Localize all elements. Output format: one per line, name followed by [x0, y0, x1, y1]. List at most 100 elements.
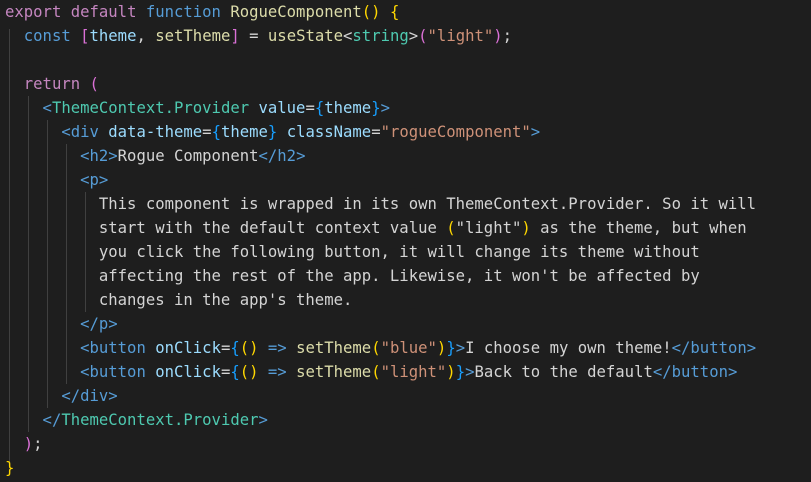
code-token: button — [690, 339, 747, 357]
code-token: { — [389, 3, 400, 21]
code-token: ( — [371, 363, 381, 381]
code-token: setTheme — [155, 27, 231, 45]
code-line[interactable]: ); — [5, 432, 43, 456]
code-token: function — [145, 3, 221, 21]
code-token: < — [343, 27, 353, 45]
code-line[interactable]: <ThemeContext.Provider value={theme}> — [5, 96, 390, 120]
code-line[interactable]: <p> — [5, 168, 108, 192]
code-token: Back to the default — [474, 363, 653, 381]
code-token: = — [371, 123, 381, 141]
code-token: { — [230, 339, 240, 357]
code-editor[interactable]: export default function RogueComponent()… — [0, 0, 811, 482]
code-token: button — [671, 363, 728, 381]
code-token: > — [98, 171, 109, 189]
code-token: ( — [371, 339, 381, 357]
code-token: className — [286, 123, 372, 141]
code-token: } — [371, 99, 381, 117]
code-token: () — [361, 3, 381, 21]
code-line[interactable]: affecting the rest of the app. Likewise,… — [5, 264, 700, 288]
code-line[interactable]: </p> — [5, 312, 118, 336]
code-token: ] — [230, 27, 240, 45]
code-token: p — [89, 171, 99, 189]
code-token: start with the default context value — [5, 219, 447, 237]
code-line[interactable]: start with the default context value ("l… — [5, 216, 747, 240]
code-line[interactable]: <button onClick={() => setTheme("blue")}… — [5, 336, 756, 360]
code-token: "blue" — [380, 339, 437, 357]
code-token: </ — [652, 363, 672, 381]
code-token: setTheme — [296, 363, 372, 381]
code-token: div — [70, 123, 99, 141]
code-line[interactable]: const [theme, setTheme] = useState<strin… — [5, 24, 512, 48]
code-token: => — [267, 339, 287, 357]
code-token: > — [108, 147, 118, 165]
code-token: () — [239, 363, 259, 381]
code-token: ; — [33, 435, 43, 453]
code-token: ) — [493, 27, 503, 45]
code-token: < — [5, 147, 90, 165]
code-token: ThemeContext.Provider — [61, 411, 259, 429]
code-token: } — [455, 363, 466, 381]
code-line[interactable]: This component is wrapped in its own The… — [5, 192, 756, 216]
code-token: onClick — [155, 339, 221, 357]
code-token: > — [727, 363, 738, 381]
code-token: "light" — [427, 27, 494, 45]
code-token: = — [305, 99, 315, 117]
code-token: button — [89, 339, 146, 357]
code-token: affecting the rest of the app. Likewise,… — [5, 267, 700, 285]
code-line[interactable]: return ( — [5, 72, 99, 96]
code-token: data-theme — [108, 123, 203, 141]
code-token: ( — [89, 75, 99, 93]
code-token: ( — [446, 219, 456, 237]
code-line[interactable]: changes in the app's theme. — [5, 288, 353, 312]
code-token: value — [258, 99, 306, 117]
code-line[interactable]: </ThemeContext.Provider> — [5, 408, 268, 432]
code-token: ) — [23, 435, 34, 453]
code-line[interactable]: <h2>Rogue Component</h2> — [5, 144, 305, 168]
code-token: you click the following button, it will … — [5, 243, 700, 261]
code-token: ) — [446, 363, 456, 381]
code-token: = — [239, 27, 268, 45]
code-token: </ — [5, 387, 81, 405]
code-token: > — [530, 123, 541, 141]
code-token: { — [211, 123, 221, 141]
code-token: as the theme, but when — [530, 219, 747, 237]
code-token: export — [5, 3, 62, 21]
code-line[interactable]: } — [5, 456, 14, 480]
code-line[interactable]: export default function RogueComponent()… — [5, 0, 399, 24]
code-line[interactable]: <div data-theme={theme} className="rogue… — [5, 120, 540, 144]
code-token: h2 — [277, 147, 297, 165]
code-token: RogueComponent — [230, 3, 362, 21]
code-token: onClick — [155, 363, 221, 381]
code-line[interactable]: you click the following button, it will … — [5, 240, 700, 264]
code-token: </ — [5, 315, 99, 333]
code-token: { — [230, 363, 240, 381]
code-token: p — [98, 315, 109, 333]
code-token: = — [220, 363, 231, 381]
code-line[interactable]: <button onClick={() => setTheme("light")… — [5, 360, 737, 384]
code-token: > — [746, 339, 757, 357]
code-token: > — [108, 387, 118, 405]
code-token: > — [408, 27, 419, 45]
code-token: theme — [89, 27, 137, 45]
code-line[interactable]: </div> — [5, 384, 118, 408]
code-token: } — [446, 339, 456, 357]
code-token: } — [5, 459, 15, 477]
code-token: => — [267, 363, 287, 381]
code-token: I choose my own theme! — [465, 339, 672, 357]
code-token: div — [80, 387, 109, 405]
code-token: setTheme — [296, 339, 372, 357]
code-token: } — [267, 123, 278, 141]
code-token: theme — [220, 123, 268, 141]
code-token: </ — [671, 339, 691, 357]
